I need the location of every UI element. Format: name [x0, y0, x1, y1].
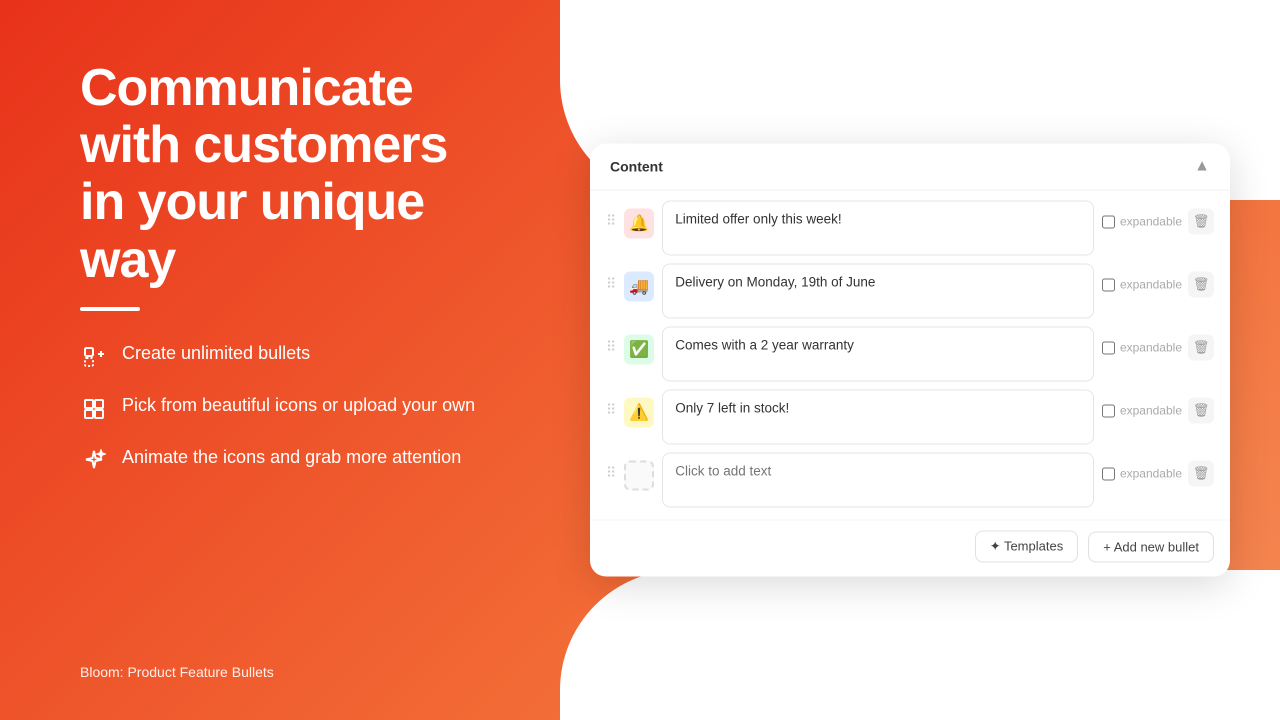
- feature-item-3: Animate the icons and grab more attentio…: [80, 445, 490, 475]
- bullet-input-4[interactable]: Only 7 left in stock!: [662, 390, 1094, 445]
- delete-btn-5[interactable]: 🗑: [1188, 461, 1214, 487]
- bullet-emoji-3: ✅: [629, 340, 649, 360]
- feature-text-1: Create unlimited bullets: [122, 341, 310, 366]
- delete-btn-3[interactable]: 🗑: [1188, 335, 1214, 361]
- bullet-row-4: ⠿ ⚠️ Only 7 left in stock! expandable 🗑: [606, 390, 1214, 445]
- delete-btn-1[interactable]: 🗑: [1188, 209, 1214, 235]
- background-wave-bottom: [560, 570, 1280, 720]
- feature-text-3: Animate the icons and grab more attentio…: [122, 445, 461, 470]
- bullet-row-2: ⠿ 🚚 Delivery on Monday, 19th of June exp…: [606, 264, 1214, 319]
- bullet-meta-1: expandable 🗑: [1102, 201, 1214, 235]
- bullet-meta-2: expandable 🗑: [1102, 264, 1214, 298]
- delete-btn-4[interactable]: 🗑: [1188, 398, 1214, 424]
- templates-button[interactable]: ✦ Templates: [975, 531, 1079, 563]
- headline: Communicate with customers in your uniqu…: [80, 60, 490, 289]
- drag-handle-3[interactable]: ⠿: [606, 327, 616, 356]
- content-panel: Content ▲ ⠿ 🔔 Limited offer only this we…: [590, 144, 1230, 577]
- collapse-icon[interactable]: ▲: [1194, 158, 1210, 176]
- bullet-emoji-1: 🔔: [629, 214, 649, 234]
- divider: [80, 307, 140, 311]
- bullet-meta-5: expandable 🗑: [1102, 453, 1214, 487]
- bullet-emoji-4: ⚠️: [629, 403, 649, 423]
- bullet-icon-5[interactable]: [624, 461, 654, 491]
- drag-handle-1[interactable]: ⠿: [606, 201, 616, 230]
- bullet-meta-3: expandable 🗑: [1102, 327, 1214, 361]
- features-list: Create unlimited bullets Pick from beaut…: [80, 341, 490, 475]
- expandable-text-1: expandable: [1120, 215, 1182, 229]
- expandable-label-3[interactable]: expandable: [1102, 341, 1182, 355]
- bullet-input-2[interactable]: Delivery on Monday, 19th of June: [662, 264, 1094, 319]
- expandable-label-1[interactable]: expandable: [1102, 215, 1182, 229]
- panel-header: Content ▲: [590, 144, 1230, 191]
- grid-icon: [80, 395, 108, 423]
- expandable-text-3: expandable: [1120, 341, 1182, 355]
- drag-handle-5[interactable]: ⠿: [606, 453, 616, 482]
- expandable-text-5: expandable: [1120, 467, 1182, 481]
- expandable-label-4[interactable]: expandable: [1102, 404, 1182, 418]
- feature-item-2: Pick from beautiful icons or upload your…: [80, 393, 490, 423]
- bullet-row-3: ⠿ ✅ Comes with a 2 year warranty expanda…: [606, 327, 1214, 382]
- bullet-meta-4: expandable 🗑: [1102, 390, 1214, 424]
- bullet-icon-3[interactable]: ✅: [624, 335, 654, 365]
- expandable-text-4: expandable: [1120, 404, 1182, 418]
- left-content: Communicate with customers in your uniqu…: [0, 0, 540, 720]
- expandable-label-5[interactable]: expandable: [1102, 467, 1182, 481]
- bullet-row-1: ⠿ 🔔 Limited offer only this week! expand…: [606, 201, 1214, 256]
- expandable-checkbox-2[interactable]: [1102, 278, 1115, 291]
- bullets-add-icon: [80, 343, 108, 371]
- bullet-input-5[interactable]: [662, 453, 1094, 508]
- bullet-input-1[interactable]: Limited offer only this week!: [662, 201, 1094, 256]
- expandable-text-2: expandable: [1120, 278, 1182, 292]
- expandable-checkbox-5[interactable]: [1102, 467, 1115, 480]
- bullet-row-5: ⠿ expandable 🗑: [606, 453, 1214, 508]
- panel-body: ⠿ 🔔 Limited offer only this week! expand…: [590, 191, 1230, 520]
- sparkle-icon: [80, 447, 108, 475]
- feature-text-2: Pick from beautiful icons or upload your…: [122, 393, 475, 418]
- drag-handle-2[interactable]: ⠿: [606, 264, 616, 293]
- delete-btn-2[interactable]: 🗑: [1188, 272, 1214, 298]
- add-bullet-button[interactable]: + Add new bullet: [1088, 531, 1214, 562]
- expandable-checkbox-1[interactable]: [1102, 215, 1115, 228]
- bullet-icon-2[interactable]: 🚚: [624, 272, 654, 302]
- bullet-emoji-2: 🚚: [629, 277, 649, 297]
- panel-footer: ✦ Templates + Add new bullet: [590, 520, 1230, 577]
- bullet-input-3[interactable]: Comes with a 2 year warranty: [662, 327, 1094, 382]
- expandable-label-2[interactable]: expandable: [1102, 278, 1182, 292]
- bullet-icon-1[interactable]: 🔔: [624, 209, 654, 239]
- expandable-checkbox-3[interactable]: [1102, 341, 1115, 354]
- footer-text: Bloom: Product Feature Bullets: [80, 664, 490, 680]
- bullet-icon-4[interactable]: ⚠️: [624, 398, 654, 428]
- panel-title: Content: [610, 159, 663, 175]
- expandable-checkbox-4[interactable]: [1102, 404, 1115, 417]
- feature-item-1: Create unlimited bullets: [80, 341, 490, 371]
- drag-handle-4[interactable]: ⠿: [606, 390, 616, 419]
